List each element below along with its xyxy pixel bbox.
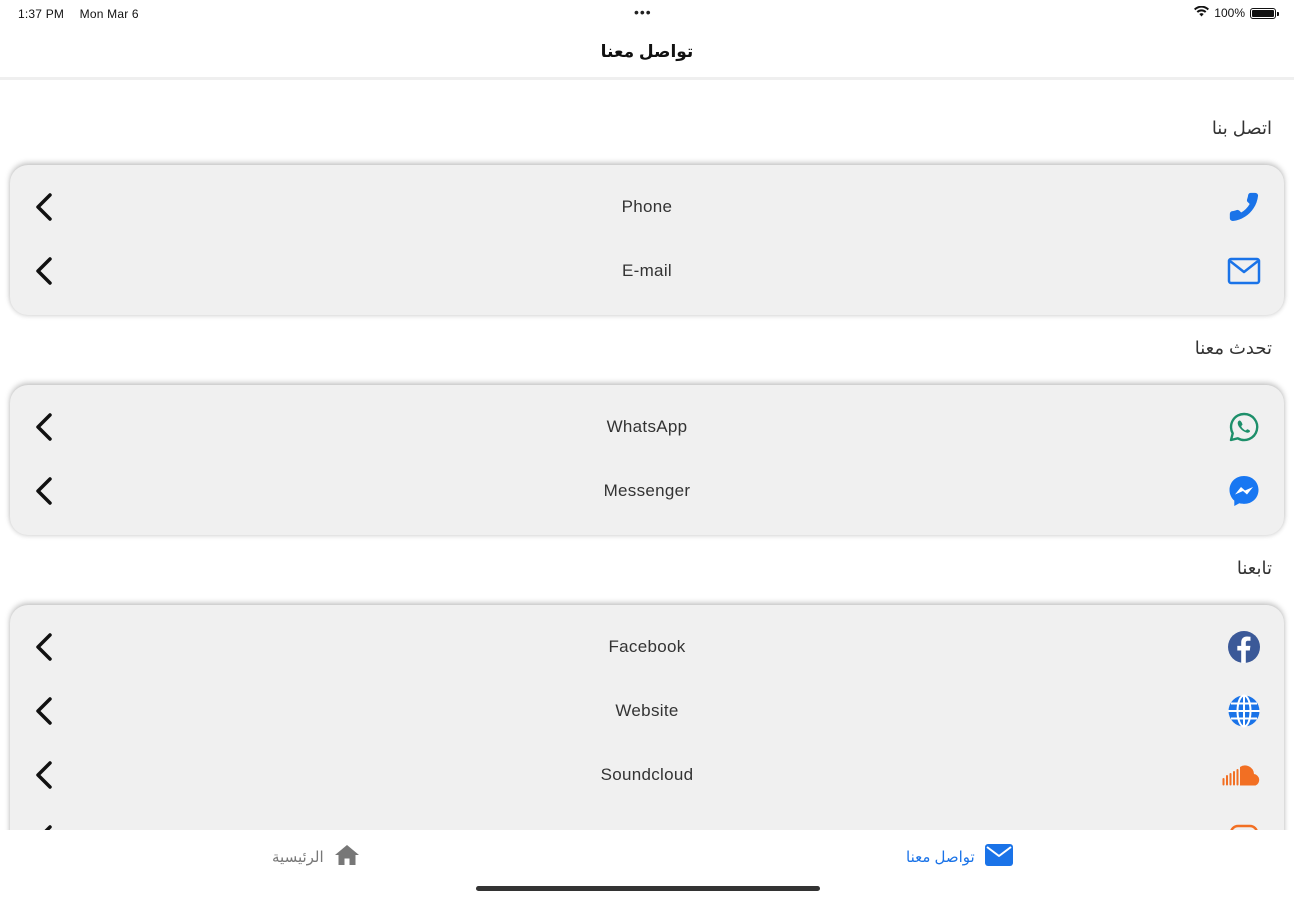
section-heading-talk-to-us: تحدث معنا (1194, 338, 1272, 358)
envelope-icon (984, 844, 1013, 870)
messenger-icon (1226, 473, 1262, 509)
list-item-messenger[interactable]: Messenger (10, 459, 1284, 523)
home-indicator[interactable] (476, 886, 820, 891)
status-time-date: 1:37 PM Mon Mar 6 (18, 7, 139, 21)
list-item-facebook[interactable]: Facebook (10, 615, 1284, 679)
list-item-phone[interactable]: Phone (10, 175, 1284, 239)
card-call-us: Phone E-mail (10, 165, 1284, 315)
status-time: 1:37 PM (18, 7, 65, 21)
tab-contact-us[interactable]: تواصل معنا (906, 844, 1013, 870)
globe-icon (1226, 693, 1262, 729)
whatsapp-icon (1226, 409, 1262, 445)
status-date: Mon Mar 6 (79, 7, 139, 21)
tab-label: تواصل معنا (906, 849, 975, 866)
card-follow-us: Facebook Website Soundcloud (10, 605, 1284, 865)
section-heading-call-us: اتصل بنا (1211, 118, 1272, 138)
facebook-icon (1226, 629, 1262, 665)
tab-home[interactable]: الرئيسية (272, 844, 360, 870)
multitasking-dots[interactable]: ••• (634, 4, 652, 20)
tab-bar: تواصل معنا الرئيسية (0, 830, 1294, 900)
list-item-soundcloud[interactable]: Soundcloud (10, 743, 1284, 807)
list-item-label: WhatsApp (606, 417, 688, 436)
list-item-website[interactable]: Website (10, 679, 1284, 743)
card-talk-to-us: WhatsApp Messenger (10, 385, 1284, 535)
list-item-whatsapp[interactable]: WhatsApp (10, 395, 1284, 459)
envelope-icon (1226, 253, 1262, 289)
list-item-label: Messenger (603, 481, 691, 500)
status-bar: 1:37 PM Mon Mar 6 ••• 100% (0, 0, 1294, 28)
list-item-label: Website (615, 701, 679, 720)
battery-percentage: 100% (1214, 6, 1245, 20)
section-heading-follow-us: تابعنا (1236, 558, 1272, 578)
page-title: تواصل معنا (600, 42, 694, 61)
wifi-icon (1194, 5, 1210, 20)
nav-header: تواصل معنا (0, 28, 1294, 80)
list-item-label: Facebook (608, 637, 686, 656)
status-indicators: 100% (1194, 5, 1279, 20)
list-item-label: E-mail (622, 261, 672, 280)
home-icon (334, 844, 360, 870)
list-item-email[interactable]: E-mail (10, 239, 1284, 303)
list-item-label: Soundcloud (600, 765, 694, 784)
phone-icon (1226, 189, 1262, 225)
list-item-label: Phone (621, 197, 673, 216)
battery-icon (1250, 7, 1279, 19)
soundcloud-icon (1220, 757, 1264, 793)
tab-label: الرئيسية (272, 849, 324, 866)
